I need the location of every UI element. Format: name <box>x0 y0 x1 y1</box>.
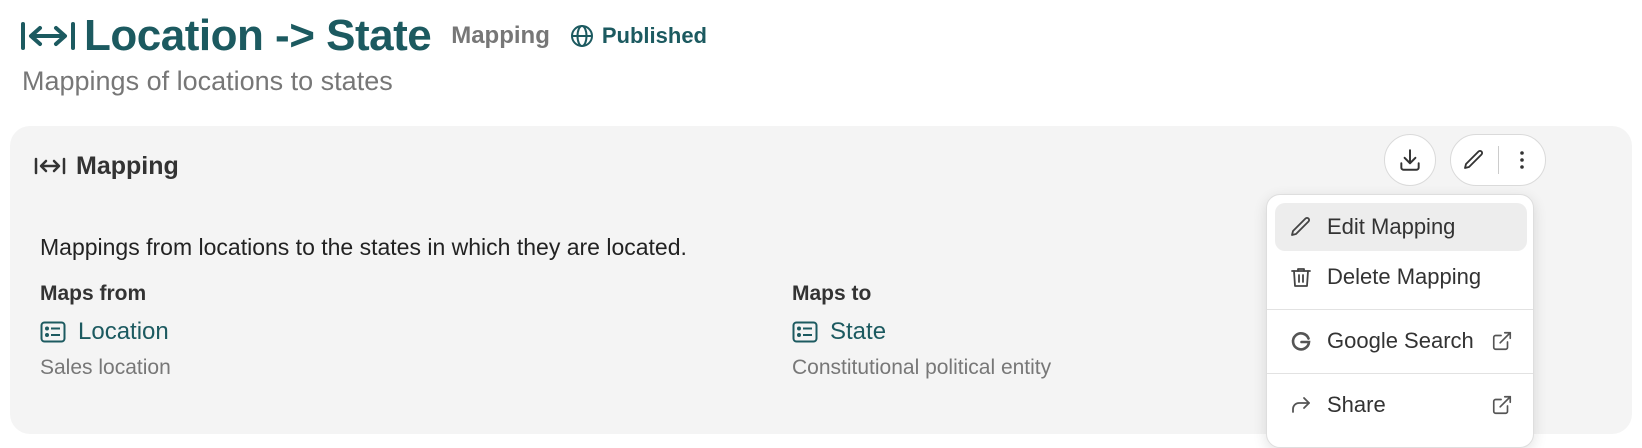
maps-to-entity-link[interactable]: State <box>792 318 1051 346</box>
maps-from-label: Maps from <box>40 282 147 305</box>
external-link-icon <box>1492 331 1512 351</box>
share-icon <box>1292 397 1310 413</box>
page-header: Location -> State Mapping Published <box>20 6 707 66</box>
page-subtitle: Mappings of locations to states <box>22 66 393 96</box>
type-badge: Mapping <box>451 22 550 49</box>
menu-item-label: Google Search <box>1327 328 1474 353</box>
menu-item-edit-mapping[interactable]: Edit Mapping <box>1275 203 1527 251</box>
google-icon <box>1291 332 1311 351</box>
maps-from-note: Sales location <box>40 356 171 379</box>
pencil-icon <box>1291 217 1310 236</box>
card-description: Mappings from locations to the states in… <box>40 234 687 260</box>
pencil-icon <box>1464 150 1484 169</box>
menu-item-label: Delete Mapping <box>1327 264 1482 289</box>
globe-icon <box>570 25 593 47</box>
maps-to-entity: State <box>830 318 887 345</box>
menu-item-google-search[interactable]: Google Search <box>1275 317 1527 365</box>
trash-icon <box>1291 268 1311 287</box>
menu-item-delete-mapping[interactable]: Delete Mapping <box>1275 253 1527 301</box>
mapping-icon <box>21 22 75 50</box>
status-badge: Published <box>570 23 707 49</box>
external-link-icon <box>1492 395 1512 415</box>
maps-from-entity: Location <box>78 318 169 345</box>
maps-to-label: Maps to <box>792 282 872 305</box>
card-header: Mapping <box>34 146 179 186</box>
more-options-button[interactable] <box>1498 134 1545 186</box>
menu-item-label: Edit Mapping <box>1327 214 1456 239</box>
card-title: Mapping <box>76 151 179 180</box>
actions-button-group <box>1450 134 1546 186</box>
more-vertical-icon <box>1519 151 1524 169</box>
maps-to-note: Constitutional political entity <box>792 356 1052 379</box>
entity-icon <box>792 321 818 343</box>
menu-divider <box>1267 309 1533 310</box>
page-title: Location -> State <box>84 11 432 60</box>
download-button[interactable] <box>1384 134 1436 186</box>
edit-button[interactable] <box>1451 134 1498 186</box>
download-icon <box>1400 149 1420 171</box>
maps-to-section: Maps to State Constitutional political e… <box>792 282 1051 380</box>
maps-from-section: Maps from Location Sales location <box>40 282 171 380</box>
status-label: Published <box>601 23 707 48</box>
entity-icon <box>40 321 66 343</box>
options-dropdown-menu: Edit Mapping Delete Mapping Google Searc… <box>1266 194 1534 448</box>
menu-divider <box>1267 373 1533 374</box>
menu-item-share[interactable]: Share <box>1275 381 1527 429</box>
mapping-icon <box>34 157 66 175</box>
menu-item-label: Share <box>1327 392 1386 417</box>
maps-from-entity-link[interactable]: Location <box>40 318 171 346</box>
